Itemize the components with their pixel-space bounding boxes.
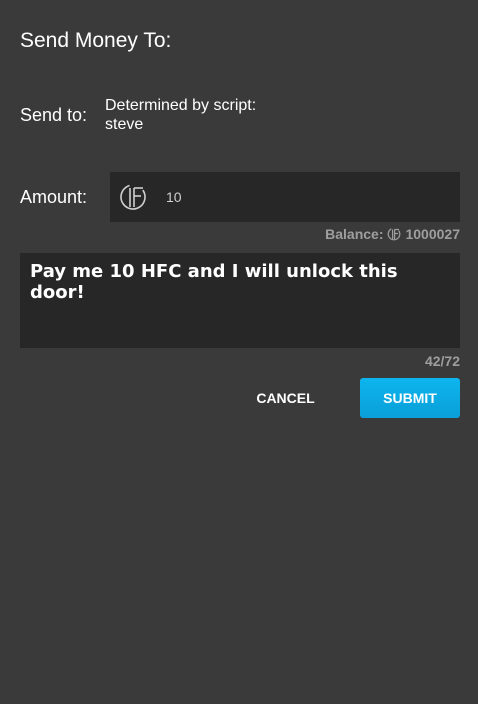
- amount-label: Amount:: [20, 187, 88, 207]
- send-to-value: Determined by script: steve: [105, 96, 256, 134]
- amount-input[interactable]: [160, 172, 450, 222]
- balance: Balance: 1000027: [325, 226, 460, 242]
- send-money-dialog: Send Money To: Send to: Determined by sc…: [0, 0, 478, 704]
- send-to-recipient: steve: [105, 116, 144, 133]
- cancel-button[interactable]: CANCEL: [243, 379, 328, 417]
- hfc-currency-icon: [388, 227, 401, 241]
- send-to-value-line1: Determined by script:: [105, 97, 257, 114]
- send-to-label: Send to:: [20, 105, 88, 125]
- amount-field[interactable]: [110, 172, 460, 222]
- hfc-currency-icon: [120, 184, 146, 210]
- character-counter: 42/72: [424, 353, 460, 369]
- balance-label: Balance:: [325, 226, 384, 242]
- submit-button[interactable]: SUBMIT: [360, 378, 460, 418]
- dialog-title: Send Money To:: [20, 29, 172, 52]
- balance-value: 1000027: [405, 226, 460, 242]
- message-input[interactable]: Pay me 10 HFC and I will unlock this doo…: [20, 253, 460, 348]
